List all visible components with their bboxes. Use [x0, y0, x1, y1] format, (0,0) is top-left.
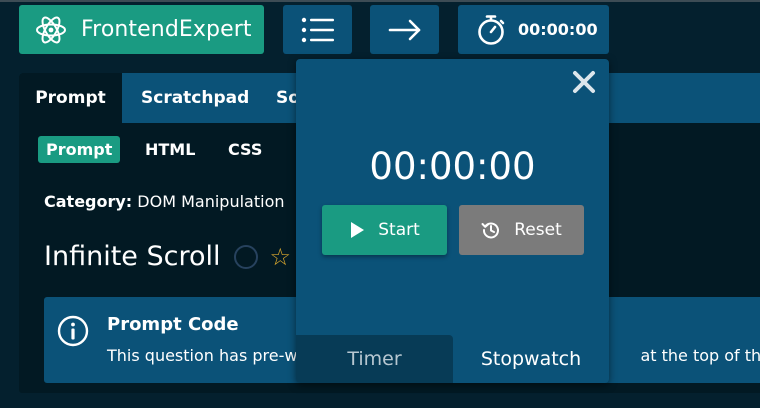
stopwatch-icon: [478, 14, 505, 45]
subtab-prompt[interactable]: Prompt: [38, 136, 121, 163]
tab-stopwatch[interactable]: Stopwatch: [453, 335, 609, 383]
stopwatch-popup: 00:00:00 Start Reset Timer Stopwatch: [296, 59, 609, 383]
reset-icon: [481, 222, 500, 239]
circle-icon[interactable]: [233, 244, 258, 269]
logo-text: FrontendExpert: [81, 17, 252, 42]
play-icon: [351, 222, 365, 238]
question-title-row: Infinite Scroll ☆: [44, 241, 291, 272]
atom-icon: [36, 16, 66, 43]
tab-prompt[interactable]: Prompt: [19, 73, 122, 123]
start-label: Start: [378, 220, 420, 240]
category-label: Category:: [44, 192, 133, 211]
category-line: Category: DOM Manipulation: [44, 192, 285, 211]
close-button[interactable]: [567, 65, 601, 99]
callout-title: Prompt Code: [107, 314, 239, 335]
tab-timer[interactable]: Timer: [296, 335, 453, 383]
window-top-border: [0, 0, 760, 2]
subtab-html[interactable]: HTML: [145, 136, 195, 163]
next-question-button[interactable]: [370, 5, 439, 54]
logo-button[interactable]: FrontendExpert: [19, 5, 264, 54]
subtab-css[interactable]: CSS: [228, 136, 262, 163]
menu-icon: [301, 17, 334, 42]
info-icon: [57, 315, 89, 347]
star-icon[interactable]: ☆: [270, 245, 292, 269]
stopwatch-display: 00:00:00: [369, 145, 536, 188]
start-button[interactable]: Start: [322, 205, 447, 255]
reset-button[interactable]: Reset: [459, 205, 584, 255]
question-title: Infinite Scroll: [44, 241, 221, 272]
arrow-right-icon: [388, 19, 420, 40]
header-timer-display: 00:00:00: [518, 20, 598, 39]
tab-scratchpad[interactable]: Scratchpad: [141, 73, 249, 123]
category-value: DOM Manipulation: [137, 192, 285, 211]
stopwatch-toggle-button[interactable]: 00:00:00: [458, 5, 609, 54]
menu-button[interactable]: [283, 5, 352, 54]
callout-body-right: at the top of this pa: [640, 346, 760, 365]
close-icon: [573, 71, 595, 93]
callout-body-left: This question has pre-w: [107, 346, 298, 365]
reset-label: Reset: [514, 220, 562, 240]
